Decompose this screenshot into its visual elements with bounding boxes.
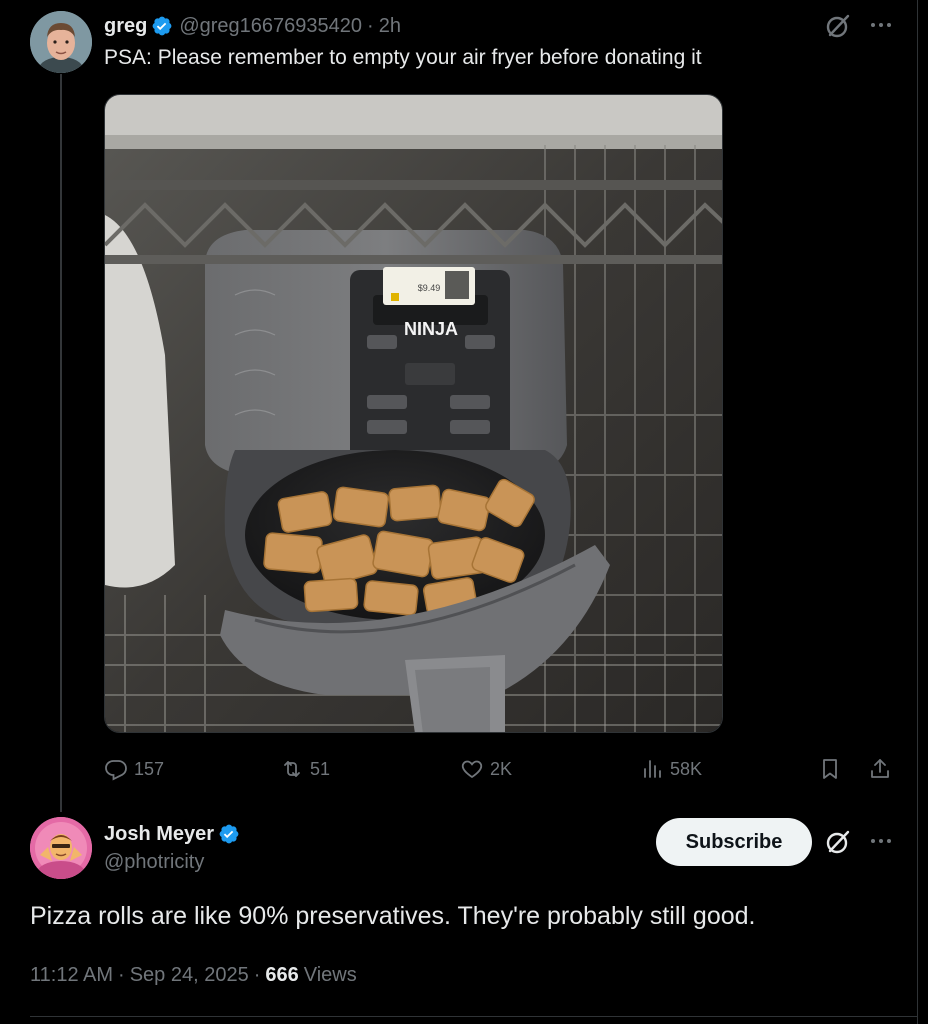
tweet-timestamp[interactable]: 11:12 AM <box>30 964 113 987</box>
views-button[interactable]: 58K <box>640 754 702 784</box>
reply-bubble-icon <box>105 760 127 781</box>
views-count: 666 <box>265 964 299 986</box>
more-icon[interactable] <box>866 14 896 36</box>
bookmark-icon <box>823 759 837 779</box>
main-tweet-text: Pizza rolls are like 90% preservatives. … <box>30 902 756 930</box>
parent-tweet-text: PSA: Please remember to empty your air f… <box>104 46 702 69</box>
grok-icon[interactable] <box>824 828 852 856</box>
brand-label: NINJA <box>404 319 458 339</box>
separator-dot: · <box>118 964 125 986</box>
main-tweet-header: Josh Meyer <box>104 820 240 848</box>
tweet-thread: greg @greg16676935420 · 2h PSA: Please r… <box>0 0 918 1024</box>
divider <box>30 1016 917 1017</box>
parent-tweet-header: greg @greg16676935420 · 2h <box>104 12 401 40</box>
tweet-action-bar: 157 51 2K 58K <box>104 754 894 784</box>
subscribe-button[interactable]: Subscribe <box>656 818 812 866</box>
author-handle[interactable]: @photricity <box>104 851 204 874</box>
reply-count: 157 <box>134 758 165 779</box>
author-handle[interactable]: @greg16676935420 <box>179 15 362 38</box>
share-button[interactable] <box>868 754 898 784</box>
like-button[interactable]: 2K <box>460 754 512 784</box>
heart-icon <box>461 760 483 779</box>
bookmark-button[interactable] <box>818 754 848 784</box>
thread-connector-line <box>60 74 62 812</box>
retweet-count: 51 <box>310 758 331 779</box>
author-name[interactable]: greg <box>104 15 147 38</box>
price-tag: $9.49 <box>418 283 441 293</box>
avatar-greg[interactable] <box>30 11 92 73</box>
more-icon[interactable] <box>866 830 896 852</box>
tweet-meta: 11:12 AM · Sep 24, 2025 · 666 Views <box>30 964 357 987</box>
views-count: 58K <box>670 758 703 779</box>
views-bars-icon <box>644 760 661 778</box>
retweet-button[interactable]: 51 <box>280 754 330 784</box>
verified-badge-icon[interactable] <box>218 823 240 845</box>
tweet-date[interactable]: Sep 24, 2025 <box>130 964 249 987</box>
tweet-time[interactable]: 2h <box>379 15 401 38</box>
grok-icon[interactable] <box>824 12 852 40</box>
avatar-josh[interactable] <box>30 817 92 879</box>
like-count: 2K <box>490 758 513 779</box>
reply-button[interactable]: 157 <box>104 754 164 784</box>
share-icon <box>871 759 889 778</box>
retweet-icon <box>284 761 300 777</box>
separator-dot: · <box>253 964 261 986</box>
author-name[interactable]: Josh Meyer <box>104 823 214 846</box>
verified-badge-icon[interactable] <box>151 15 173 37</box>
separator-dot: · <box>367 14 374 37</box>
views-label: Views <box>303 964 357 986</box>
tweet-photo[interactable]: NINJA $9.49 <box>104 94 723 733</box>
